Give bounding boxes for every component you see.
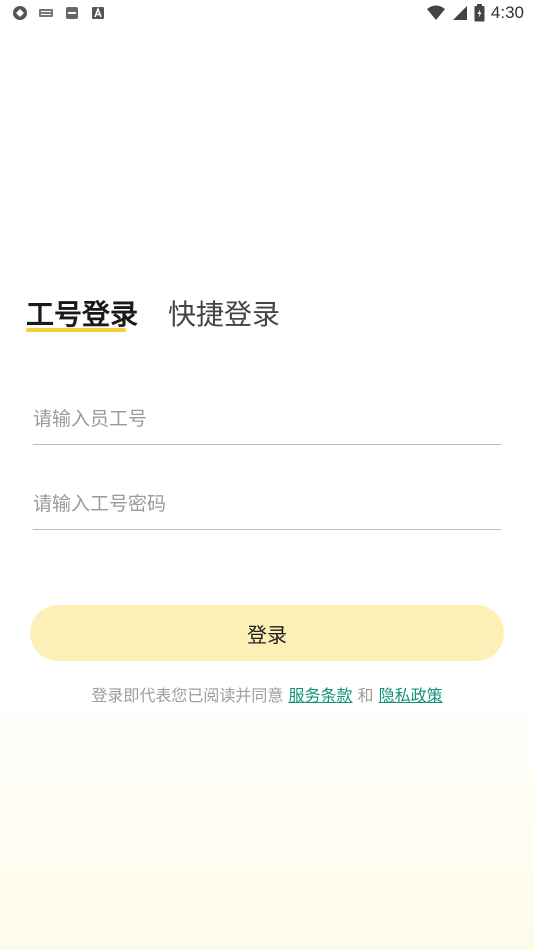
employee-id-input[interactable] (33, 408, 501, 430)
status-right-icons: 4:30 (426, 3, 524, 23)
a-icon (92, 6, 104, 19)
privacy-policy-link[interactable]: 隐私政策 (379, 686, 443, 705)
login-tabs: 工号登录 快捷登录 (26, 296, 280, 334)
wifi-icon (426, 5, 445, 20)
password-field (33, 471, 501, 530)
agreement-text: 登录即代表您已阅读并同意 服务条款 和 隐私政策 (0, 682, 534, 706)
login-button[interactable]: 登录 (30, 605, 504, 661)
status-bar: 4:30 (0, 0, 534, 28)
status-time: 4:30 (490, 3, 524, 22)
agreement-prefix: 登录即代表您已阅读并同意 (91, 686, 284, 705)
tab-employee-id-login[interactable]: 工号登录 (26, 296, 138, 334)
password-input[interactable] (33, 493, 501, 515)
status-left-icons (12, 5, 106, 21)
terms-of-service-link[interactable]: 服务条款 (288, 686, 352, 705)
signal-icon (452, 6, 467, 20)
active-tab-indicator (26, 328, 126, 332)
agreement-conjunction: 和 (357, 686, 374, 705)
battery-icon (474, 4, 485, 22)
sim-icon (66, 7, 78, 19)
app-icon (13, 6, 27, 20)
keyboard-icon (39, 9, 53, 17)
tab-label: 快捷登录 (168, 298, 281, 331)
tab-quick-login[interactable]: 快捷登录 (168, 296, 280, 334)
employee-id-field (33, 386, 501, 445)
tab-label: 工号登录 (26, 298, 139, 331)
